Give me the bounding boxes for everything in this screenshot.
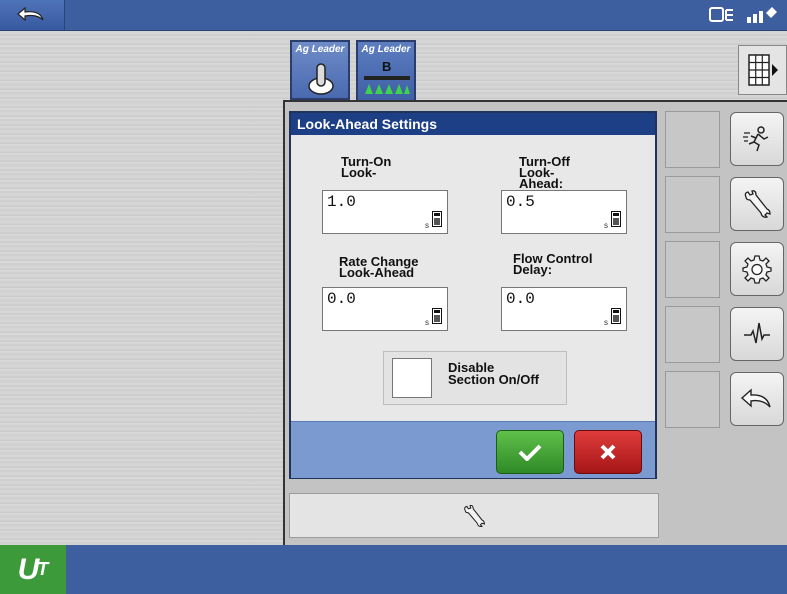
ok-button[interactable]: [496, 430, 564, 474]
label-line: Look-Ahead: [339, 265, 415, 280]
gear-icon: [742, 255, 772, 284]
operation-button[interactable]: [730, 112, 784, 166]
back-arrow-icon: [17, 6, 44, 22]
disable-section-checkbox[interactable]: [392, 358, 432, 398]
tab-brand-label: Ag Leader: [295, 44, 345, 55]
disable-section-control[interactable]: Disable Section On/Off: [383, 351, 567, 405]
turn-on-look-ahead-input[interactable]: 1.0 s: [322, 190, 448, 234]
field-value: 0.0: [506, 290, 535, 308]
label-line: Ahead:: [519, 176, 564, 191]
settings-button[interactable]: [730, 242, 784, 296]
label-line: Section On/Off: [448, 372, 539, 387]
field-value: 1.0: [327, 193, 356, 211]
sprayer-boom-icon: [364, 76, 410, 94]
side-slot-empty: [665, 241, 720, 298]
dialog-title: Look-Ahead Settings: [291, 113, 655, 135]
turn-on-look-ahead-label: Turn-On Look-: [341, 155, 391, 179]
tab-sprayer-boom[interactable]: Ag Leader B: [356, 40, 416, 102]
monitor-status-icon: [709, 7, 733, 22]
return-button[interactable]: [730, 372, 784, 426]
bottom-bar: [0, 545, 787, 594]
rate-change-look-ahead-input[interactable]: 0.0 s: [322, 287, 448, 331]
universal-terminal-logo[interactable]: UT: [0, 545, 66, 594]
logo-sub: T: [37, 559, 49, 579]
side-slot-empty: [665, 371, 720, 428]
field-unit: s: [604, 318, 608, 327]
setup-button[interactable]: [730, 177, 784, 231]
turn-off-look-ahead-input[interactable]: 0.5 s: [501, 190, 627, 234]
waveform-icon: [744, 322, 770, 344]
gps-signal-icon: [747, 7, 777, 23]
flow-control-delay-input[interactable]: 0.0 s: [501, 287, 627, 331]
flow-control-delay-label: Flow Control Delay:: [513, 252, 592, 276]
field-value: 0.5: [506, 193, 535, 211]
top-bar: [0, 0, 787, 31]
rate-change-look-ahead-label: Rate Change Look-Ahead: [339, 255, 418, 280]
checkmark-icon: [518, 444, 542, 461]
wrench-icon: [744, 190, 771, 218]
diagnostics-button[interactable]: [730, 307, 784, 361]
tools-button[interactable]: [289, 493, 659, 538]
tab-master-switch[interactable]: Ag Leader: [290, 40, 350, 100]
running-person-icon: [743, 126, 769, 152]
calculator-icon: [432, 211, 442, 227]
close-icon: [600, 444, 616, 460]
logo-main: U: [17, 552, 40, 586]
wrench-icon: [464, 504, 485, 527]
look-ahead-settings-dialog: Look-Ahead Settings Turn-On Look- 1.0 s …: [289, 111, 657, 479]
field-unit: s: [604, 221, 608, 230]
side-slot-empty: [665, 176, 720, 233]
master-switch-icon: [308, 63, 334, 95]
disable-section-label: Disable Section On/Off: [448, 361, 539, 387]
grid-layout-icon: [747, 54, 778, 86]
turn-off-look-ahead-label: Turn-Off Look- Ahead:: [519, 155, 570, 191]
back-button[interactable]: [0, 0, 65, 30]
layout-toggle-button[interactable]: [738, 45, 787, 95]
field-value: 0.0: [327, 290, 356, 308]
calculator-icon: [432, 308, 442, 324]
field-unit: s: [425, 221, 429, 230]
calculator-icon: [611, 308, 621, 324]
calculator-icon: [611, 211, 621, 227]
field-unit: s: [425, 318, 429, 327]
side-slot-empty: [665, 111, 720, 168]
status-icons: [709, 2, 779, 28]
dialog-footer: [291, 421, 655, 478]
cancel-button[interactable]: [574, 430, 642, 474]
side-slot-empty: [665, 306, 720, 363]
tab-brand-label: Ag Leader: [361, 44, 411, 55]
return-arrow-icon: [740, 388, 771, 408]
